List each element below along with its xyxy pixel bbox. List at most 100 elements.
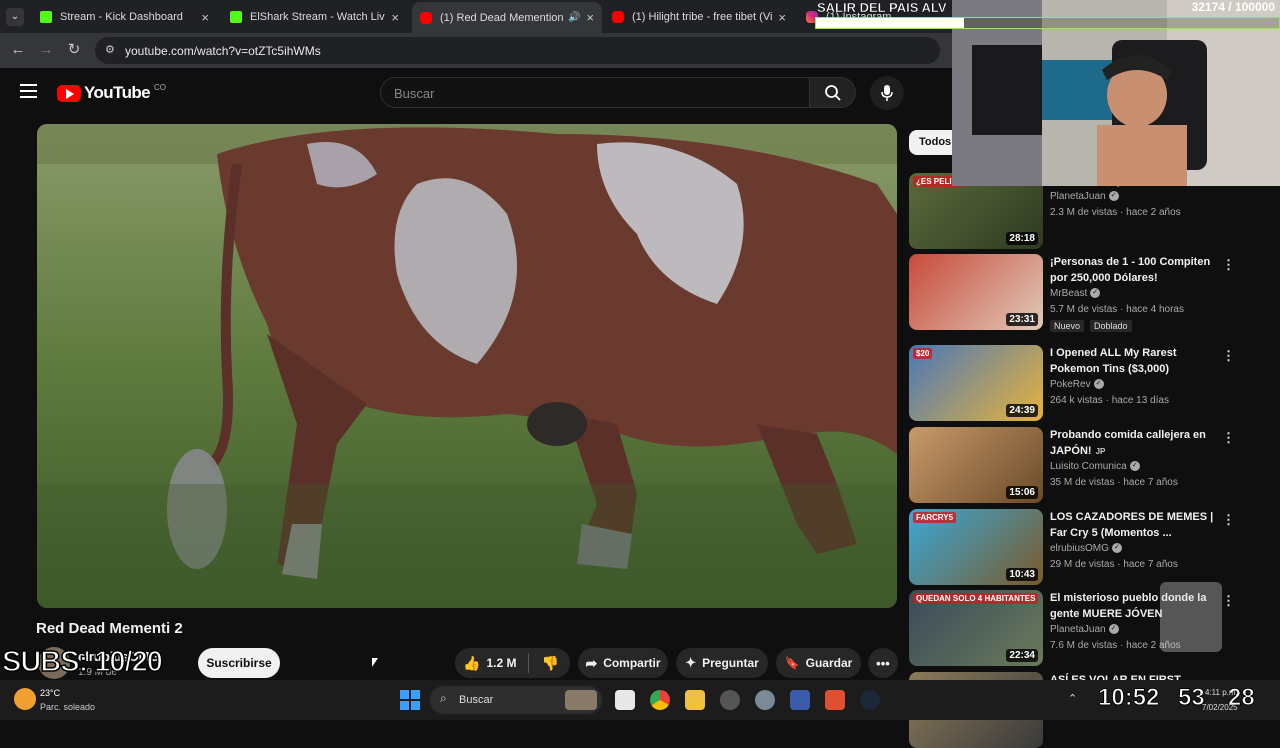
youtube-logo[interactable]: YouTube CO xyxy=(57,83,166,103)
video-badge: Nuevo xyxy=(1050,320,1085,332)
address-bar[interactable]: ⚙ youtube.com/watch?v=otZTc5ihWMs xyxy=(95,37,940,64)
thumbnail-badge: QUEDAN SOLO 4 HABITANTES xyxy=(913,593,1039,604)
video-thumbnail[interactable]: FARCRY5 10:43 xyxy=(909,509,1043,585)
more-options-icon[interactable]: ⋮ xyxy=(1222,430,1235,446)
more-options-icon[interactable]: ⋮ xyxy=(1222,512,1235,528)
recommended-channel[interactable]: PlanetaJuan ✓ xyxy=(1050,191,1119,202)
search-highlight-icon xyxy=(565,690,597,710)
weather-temperature: 23°C xyxy=(40,688,61,698)
site-info-icon[interactable]: ⚙ xyxy=(105,43,115,56)
goal-progress-bar xyxy=(815,17,1280,29)
goal-progress-text: 32174 / 100000 xyxy=(1191,0,1275,14)
back-icon[interactable]: ← xyxy=(8,40,28,60)
recommended-meta: 29 M de vistas · hace 7 años xyxy=(1050,559,1178,570)
video-badge: Doblado xyxy=(1090,320,1132,332)
thumbnail-badge: FARCRY5 xyxy=(913,512,957,523)
recommended-video-title[interactable]: LOS CAZADORES DE MEMES | Far Cry 5 (Mome… xyxy=(1050,509,1215,541)
tab-elshark-stream[interactable]: ElShark Stream - Watch Live on × xyxy=(222,4,407,30)
recommended-channel[interactable]: PokeRev ✓ xyxy=(1050,379,1104,390)
brave-icon[interactable] xyxy=(825,690,845,710)
browser-toolbar: ← → ↻ ⚙ youtube.com/watch?v=otZTc5ihWMs xyxy=(0,33,952,68)
like-icon[interactable]: 👍 xyxy=(463,655,480,672)
clock-date[interactable]: 7/02/2025 xyxy=(1202,703,1238,712)
verified-icon: ✓ xyxy=(1129,461,1140,472)
weather-icon[interactable] xyxy=(14,688,36,710)
subscribe-label: Suscribirse xyxy=(206,656,272,670)
close-tab-icon[interactable]: × xyxy=(778,10,786,25)
recommended-video-title[interactable]: I Opened ALL My Rarest Pokemon Tins ($3,… xyxy=(1050,345,1215,377)
close-tab-icon[interactable]: × xyxy=(391,10,399,25)
country-code: CO xyxy=(154,82,166,92)
reload-icon[interactable]: ↻ xyxy=(64,40,84,60)
tab-hilight-tribe[interactable]: (1) Hilight tribe - free tibet (Vin × xyxy=(604,4,794,30)
recommended-video[interactable]: $20 24:39 I Opened ALL My Rarest Pokemon T… xyxy=(909,345,1269,421)
dislike-icon[interactable]: 👎 xyxy=(541,655,558,672)
file-explorer-icon[interactable] xyxy=(685,690,705,710)
youtube-icon xyxy=(612,11,624,23)
windows-taskbar: 23°C Parc. soleado ⌕ Buscar ⌃ 10:52 53 2… xyxy=(0,680,1280,720)
video-thumbnail[interactable]: $20 24:39 xyxy=(909,345,1043,421)
tab-title: Stream - Kick Dashboard xyxy=(60,11,183,23)
more-actions-button[interactable]: ••• xyxy=(868,648,898,678)
video-thumbnail[interactable]: QUEDAN SOLO 4 HABITANTES 22:34 xyxy=(909,590,1043,666)
recommended-video[interactable]: FARCRY5 10:43 LOS CAZADORES DE MEMES | Far… xyxy=(909,509,1269,585)
voice-search-button[interactable] xyxy=(870,76,904,110)
app-icon[interactable] xyxy=(790,690,810,710)
taskbar-search[interactable]: ⌕ Buscar xyxy=(430,686,602,714)
chrome-icon[interactable] xyxy=(650,690,670,710)
steam-icon[interactable] xyxy=(860,690,880,710)
tab-kick-dashboard[interactable]: Stream - Kick Dashboard × xyxy=(32,4,217,30)
recommended-video[interactable]: 15:06 Probando comida callejera en JAPÓN!… xyxy=(909,427,1269,503)
share-icon: ➦ xyxy=(585,654,598,671)
search-icon: ⌕ xyxy=(440,691,447,705)
verified-icon: ✓ xyxy=(1090,288,1101,299)
video-duration: 10:43 xyxy=(1006,568,1038,581)
menu-icon[interactable] xyxy=(20,84,37,98)
video-thumbnail[interactable]: 23:31 xyxy=(909,254,1043,330)
recommended-channel[interactable]: PlanetaJuan ✓ xyxy=(1050,624,1119,635)
close-tab-icon[interactable]: × xyxy=(586,10,594,25)
search-button[interactable] xyxy=(810,77,856,108)
recommended-video-title[interactable]: Probando comida callejera en JAPÓN! JP xyxy=(1050,427,1215,460)
search-input[interactable]: Buscar xyxy=(380,77,810,108)
windows-start-icon[interactable] xyxy=(400,690,420,710)
recommended-channel[interactable]: elrubiusOMG ✓ xyxy=(1050,543,1122,554)
glass-overlay-icon xyxy=(1160,582,1222,652)
subscribe-button[interactable]: Suscribirse xyxy=(198,648,280,678)
recommended-channel[interactable]: MrBeast ✓ xyxy=(1050,288,1101,299)
tab-red-dead-memention[interactable]: (1) Red Dead Memention 2 🔊 × xyxy=(412,2,602,33)
tab-title: (1) Red Dead Memention 2 xyxy=(440,11,564,24)
more-options-icon[interactable]: ⋮ xyxy=(1222,257,1235,273)
search-placeholder: Buscar xyxy=(394,86,435,101)
more-options-icon[interactable]: ⋮ xyxy=(1222,348,1235,364)
tab-search-icon[interactable]: ⌄ xyxy=(6,8,24,26)
sparkle-icon: ✦ xyxy=(685,655,697,670)
browser-tab-strip: ⌄ Stream - Kick Dashboard × ElShark Stre… xyxy=(0,0,952,33)
recommended-video[interactable]: 23:31 ¡Personas de 1 - 100 Compiten por 2… xyxy=(909,254,1269,332)
speaker-icon[interactable]: 🔊 xyxy=(568,12,580,23)
task-view-icon[interactable] xyxy=(615,690,635,710)
recommended-meta: 264 k vistas · hace 13 días xyxy=(1050,395,1169,406)
like-count[interactable]: 1.2 M xyxy=(486,656,516,670)
settings-icon[interactable] xyxy=(755,690,775,710)
tray-chevron-icon[interactable]: ⌃ xyxy=(1068,692,1077,705)
video-player[interactable] xyxy=(37,124,897,608)
recommended-video-title[interactable]: ¡Personas de 1 - 100 Compiten por 250,00… xyxy=(1050,254,1215,286)
clock-time[interactable]: 4:11 p.m. xyxy=(1205,688,1238,697)
save-button[interactable]: 🔖 Guardar xyxy=(776,648,861,678)
forward-icon[interactable]: → xyxy=(36,40,56,60)
tab-title: ElShark Stream - Watch Live on xyxy=(250,11,385,23)
video-thumbnail[interactable]: 15:06 xyxy=(909,427,1043,503)
more-options-icon[interactable]: ⋮ xyxy=(1222,593,1235,609)
share-button[interactable]: ➦ Compartir xyxy=(578,648,668,678)
video-duration: 15:06 xyxy=(1006,486,1038,499)
video-duration: 22:34 xyxy=(1006,649,1038,662)
recommended-channel[interactable]: Luisito Comunica ✓ xyxy=(1050,461,1140,472)
taskbar-search-label: Buscar xyxy=(459,694,494,706)
search-icon xyxy=(825,85,841,101)
microphone-icon xyxy=(881,85,893,101)
close-tab-icon[interactable]: × xyxy=(201,10,209,25)
logo-text: YouTube xyxy=(84,83,151,102)
app-icon[interactable] xyxy=(720,690,740,710)
ask-button[interactable]: ✦ Preguntar xyxy=(676,648,768,678)
